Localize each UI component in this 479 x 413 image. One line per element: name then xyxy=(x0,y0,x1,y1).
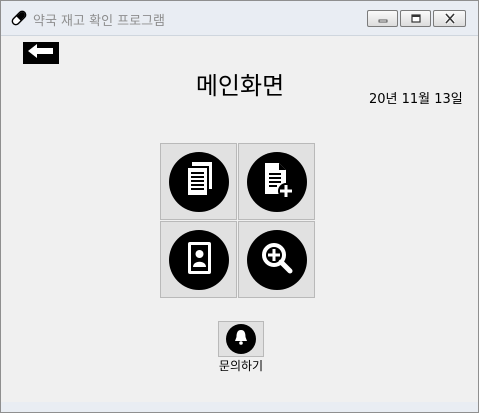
inventory-list-button[interactable] xyxy=(160,143,237,220)
page-title: 메인화면 xyxy=(195,72,285,100)
search-button[interactable] xyxy=(238,221,315,298)
icon-circle xyxy=(168,151,229,212)
icon-circle xyxy=(246,151,307,212)
inquiry-button[interactable] xyxy=(218,321,264,357)
app-window: 약국 재고 확인 프로그램 메인화면 20년 11월 13일 문의하기 xyxy=(0,0,479,413)
window-bottom-border xyxy=(1,402,478,412)
inquiry-label: 문의하기 xyxy=(218,359,264,373)
back-button[interactable] xyxy=(23,42,59,64)
icon-circle xyxy=(246,229,307,290)
document-list-icon xyxy=(181,160,217,204)
zoom-in-icon xyxy=(257,238,297,282)
date-label: 20년 11월 13일 xyxy=(369,92,463,107)
minimize-button[interactable] xyxy=(367,10,398,27)
minimize-icon xyxy=(377,9,389,28)
close-icon xyxy=(443,9,457,28)
icon-circle xyxy=(168,229,229,290)
title-bar[interactable]: 약국 재고 확인 프로그램 xyxy=(1,1,478,36)
main-content: 메인화면 20년 11월 13일 문의하기 xyxy=(10,36,470,402)
icon-circle xyxy=(226,324,256,354)
window-title: 약국 재고 확인 프로그램 xyxy=(33,14,165,29)
add-document-icon xyxy=(259,160,295,204)
maximize-button[interactable] xyxy=(400,10,431,27)
close-button[interactable] xyxy=(433,10,466,27)
add-stock-button[interactable] xyxy=(238,143,315,220)
bell-icon xyxy=(232,328,250,350)
arrow-left-icon xyxy=(27,43,55,63)
contact-book-icon xyxy=(181,238,217,282)
pill-icon xyxy=(10,9,28,27)
maximize-icon xyxy=(410,9,422,28)
contacts-button[interactable] xyxy=(160,221,237,298)
